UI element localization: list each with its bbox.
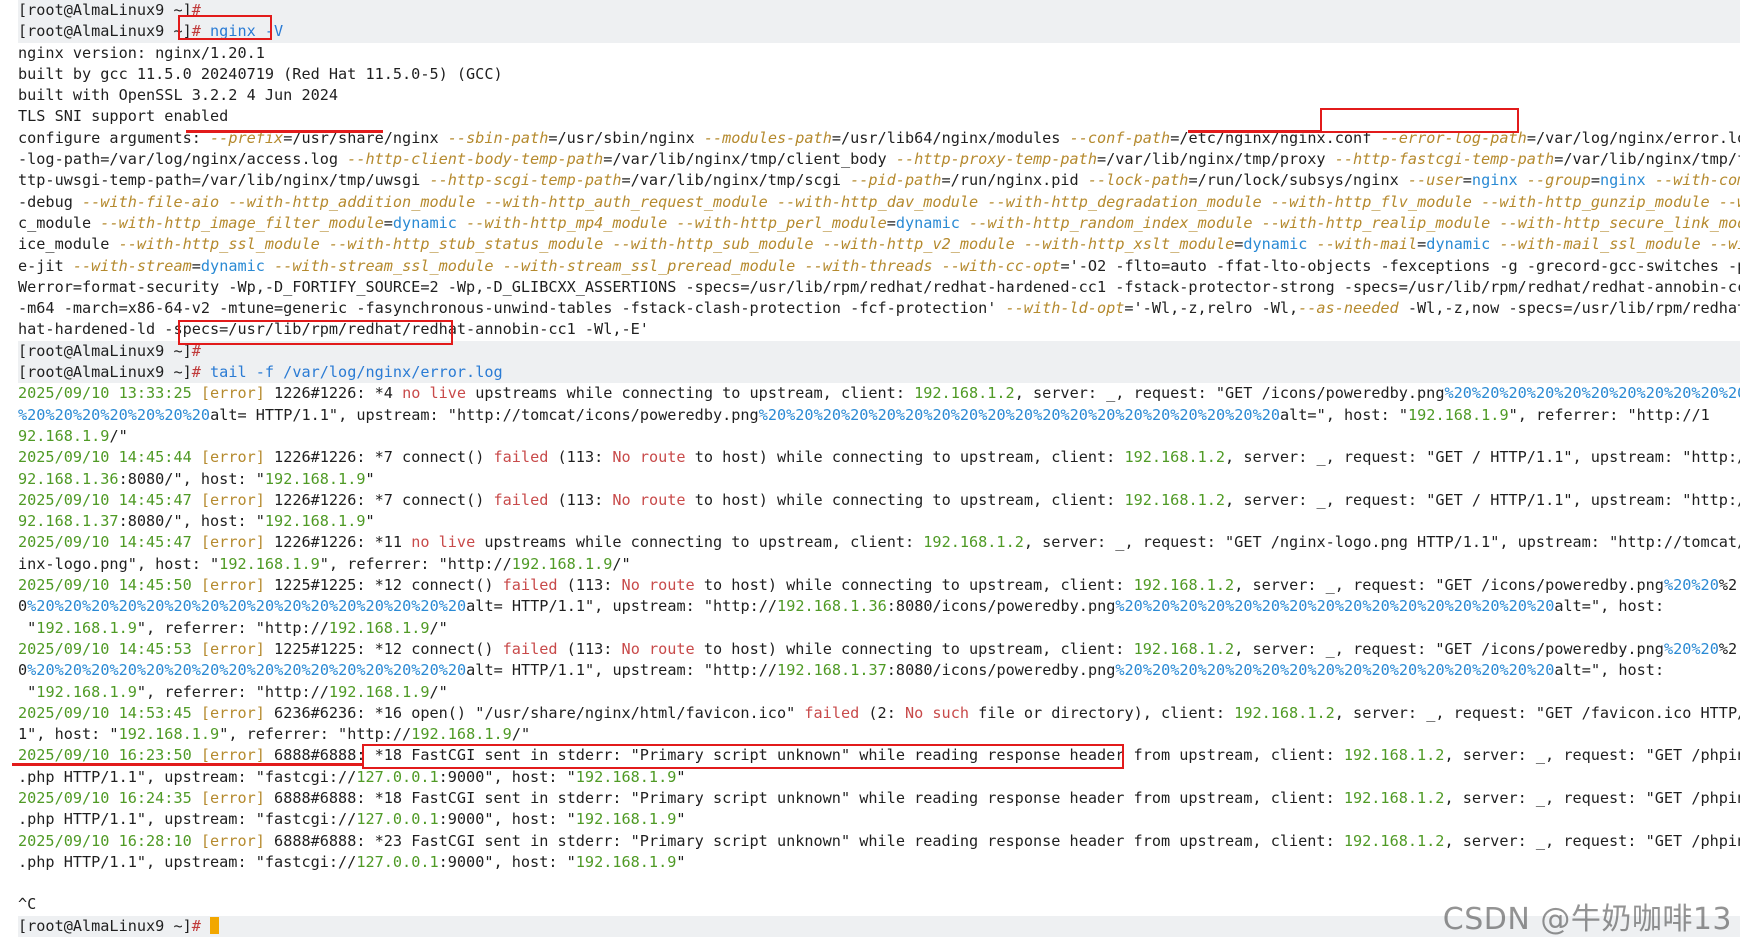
output-line: 1", host: "192.168.1.9", referrer: "http… [18, 725, 531, 744]
terminal-output: [root@AlmaLinux9 ~]# [root@AlmaLinux9 ~]#… [18, 0, 1740, 938]
output-line: hat-hardened-ld -specs=/usr/lib/rpm/redh… [18, 320, 649, 339]
output-line: -log-path=/var/log/nginx/access.log --ht… [18, 150, 1740, 169]
prompt-line: [root@AlmaLinux9 ~]# nginx -V [18, 21, 1740, 43]
output-line: -m64 -march=x86-64-v2 -mtune=generic -fa… [18, 299, 1740, 318]
underline-prefix [186, 130, 383, 133]
output-line: 0%20%20%20%20%20%20%20%20%20%20%20%20%20… [18, 661, 1665, 680]
prompt-line: [root@AlmaLinux9 ~]# [18, 0, 1740, 22]
prompt-text: [root@AlmaLinux9 ~] [18, 1, 192, 19]
prompt-text: [root@AlmaLinux9 ~] [18, 341, 192, 360]
command-text[interactable] [201, 917, 210, 935]
terminal-gutter [0, 0, 12, 948]
output-line: .php HTTP/1.1", upstream: "fastcgi://127… [18, 810, 686, 829]
prompt-text: [root@AlmaLinux9 ~] [18, 22, 192, 41]
underline-last-error-line [12, 763, 364, 766]
prompt-hash: # [191, 341, 201, 360]
terminal-cursor[interactable] [210, 916, 220, 934]
prompt-line: [root@AlmaLinux9 ~]# tail -f /var/log/ng… [18, 362, 1740, 384]
output-line: "192.168.1.9", referrer: "http://192.168… [18, 682, 448, 701]
command-text[interactable]: nginx -V [201, 22, 283, 40]
output-line: 2025/09/10 14:53:45 [error] 6236#6236: *… [18, 703, 1740, 722]
output-line: -debug --with-file-aio --with-http_addit… [18, 192, 1740, 211]
output-line: inx-logo.png", host: "192.168.1.9", refe… [18, 554, 631, 573]
output-line: .php HTTP/1.1", upstream: "fastcgi://127… [18, 852, 686, 871]
output-line: 92.168.1.37:8080/", host: "192.168.1.9" [18, 512, 375, 531]
output-line: c_module --with-http_image_filter_module… [18, 213, 1740, 232]
output-line: 2025/09/10 16:24:35 [error] 6888#6888: *… [18, 788, 1740, 807]
prompt-line: [root@AlmaLinux9 ~]# [18, 340, 1740, 363]
output-line: 0%20%20%20%20%20%20%20%20%20%20%20%20%20… [18, 597, 1665, 616]
output-line: 2025/09/10 14:45:47 [error] 1226#1226: *… [18, 533, 1740, 552]
output-line: 92.168.1.9/" [18, 426, 128, 445]
output-line: ice_module --with-http_ssl_module --with… [18, 235, 1740, 254]
output-line: 2025/09/10 13:33:25 [error] 1226#1226: *… [18, 384, 1740, 403]
output-line: 2025/09/10 14:45:44 [error] 1226#1226: *… [18, 448, 1740, 467]
output-line: ttp-uwsgi-temp-path=/var/lib/nginx/tmp/u… [18, 171, 1740, 190]
prompt-text: [root@AlmaLinux9 ~] [18, 363, 192, 382]
prompt-hash: # [191, 1, 201, 19]
output-line: nginx version: nginx/1.20.1 [18, 43, 265, 62]
output-line: "192.168.1.9", referrer: "http://192.168… [18, 618, 448, 637]
output-line: 2025/09/10 16:28:10 [error] 6888#6888: *… [18, 831, 1740, 850]
output-line: e-jit --with-stream=dynamic --with-strea… [18, 256, 1740, 275]
output-line: TLS SNI support enabled [18, 107, 229, 126]
prompt-hash: # [191, 916, 201, 935]
terminal-window[interactable]: [root@AlmaLinux9 ~]# [root@AlmaLinux9 ~]#… [0, 0, 1740, 948]
output-line: 92.168.1.36:8080/", host: "192.168.1.9" [18, 469, 375, 488]
output-line: 2025/09/10 14:45:50 [error] 1225#1225: *… [18, 576, 1738, 595]
output-line: built with OpenSSL 3.2.2 4 Jun 2024 [18, 86, 339, 105]
output-line: 2025/09/10 14:45:47 [error] 1226#1226: *… [18, 490, 1740, 509]
prompt-hash: # [191, 22, 201, 41]
watermark: CSDN @牛奶咖啡13 [1442, 902, 1732, 937]
prompt-text: [root@AlmaLinux9 ~] [18, 916, 192, 935]
output-line: built by gcc 11.5.0 20240719 (Red Hat 11… [18, 64, 503, 83]
output-line: Werror=format-security -Wp,-D_FORTIFY_SO… [18, 277, 1740, 296]
output-line: .php HTTP/1.1", upstream: "fastcgi://127… [18, 767, 686, 786]
output-line: 2025/09/10 14:45:53 [error] 1225#1225: *… [18, 639, 1738, 658]
output-line: %20%20%20%20%20%20%20alt= HTTP/1.1", ups… [18, 405, 1710, 424]
underline-error-log-path-flag [1188, 130, 1322, 133]
command-text[interactable]: tail -f /var/log/nginx/error.log [201, 363, 503, 381]
prompt-hash: # [191, 363, 201, 382]
